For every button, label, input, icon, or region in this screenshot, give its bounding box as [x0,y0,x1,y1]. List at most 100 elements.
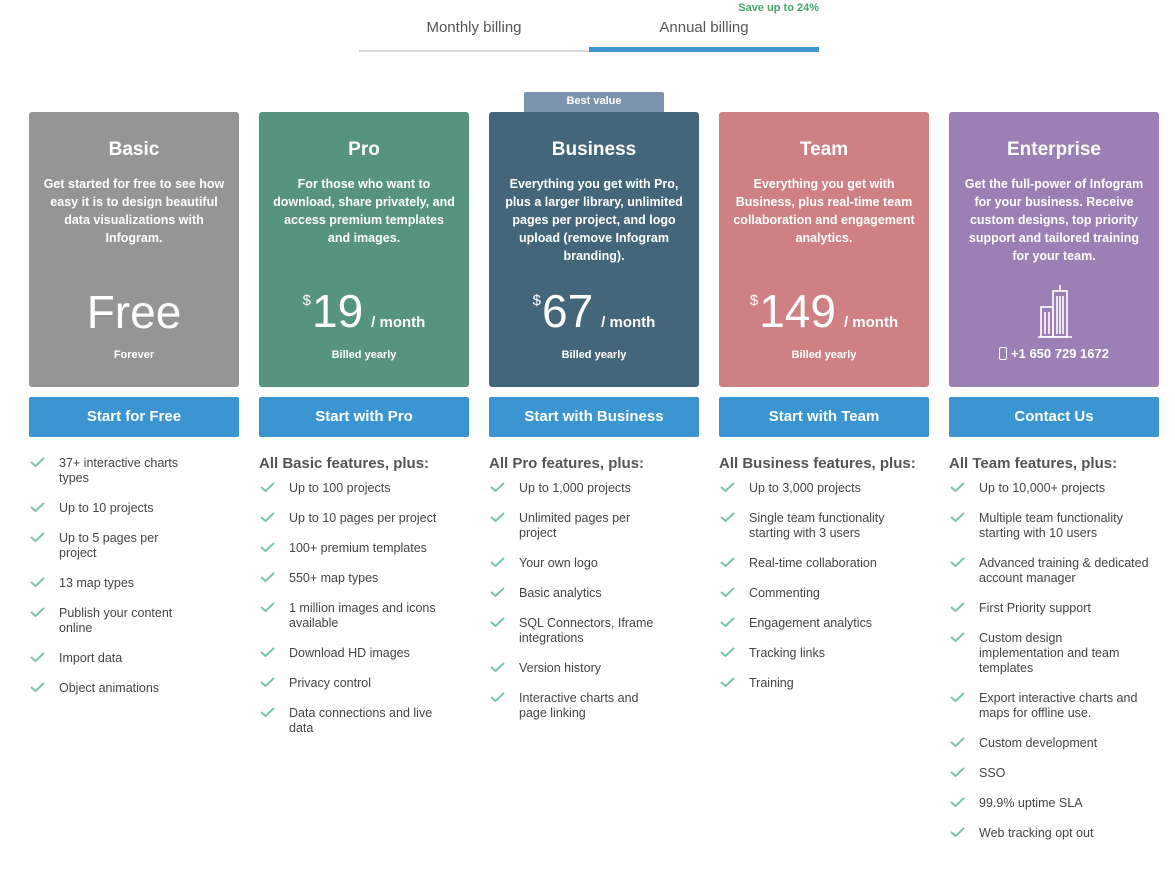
feature-text: 99.9% uptime SLA [979,796,1083,810]
feature-text: Advanced training & dedicated account ma… [979,556,1149,585]
check-icon [950,512,965,522]
features-heading: All Business features, plus: [719,455,916,472]
plan-card-pro: Pro For those who want to download, shar… [259,112,469,387]
feature-items: Up to 10,000+ projects Multiple team func… [949,481,1149,841]
feature-item: Up to 1,000 projects [489,481,669,496]
save-badge: Save up to 24% [738,2,819,14]
check-icon [950,602,965,612]
feature-text: 37+ interactive charts types [59,456,179,485]
check-icon [490,692,505,702]
feature-item: Data connections and live data [259,706,449,736]
feature-item: 100+ premium templates [259,541,449,556]
plan-price: $ 149 / month [719,286,929,338]
feature-text: Up to 10,000+ projects [979,481,1106,495]
start-for-free-button[interactable]: Start for Free [29,397,239,437]
feature-item: Real-time collaboration [719,556,919,571]
check-icon [490,662,505,672]
feature-item: Advanced training & dedicated account ma… [949,556,1149,586]
price-amount: 67 [542,285,594,337]
plan-name: Team [799,139,849,160]
best-value-badge: Best value [524,92,664,112]
plan-name: Basic [108,139,160,160]
feature-item: Single team functionality starting with … [719,511,919,541]
check-icon [260,602,275,612]
price-amount: 149 [759,285,836,337]
feature-text: Privacy control [289,676,371,690]
feature-text: Download HD images [289,646,410,660]
feature-item: SSO [949,766,1149,781]
feature-text: SSO [979,766,1006,780]
currency-symbol: $ [302,292,311,309]
plan-card-enterprise: Enterprise Get the full-power of Infogra… [949,112,1159,387]
check-icon [950,692,965,702]
check-icon [30,607,45,617]
feature-text: Tracking links [749,646,825,660]
check-icon [260,647,275,657]
feature-text: Unlimited pages per project [519,511,631,540]
plan-billing-note: Forever [113,349,155,361]
check-icon [30,682,45,692]
phone-number: +1 650 729 1672 [1011,346,1109,361]
feature-items: Up to 3,000 projects Single team function… [719,481,919,691]
price-period: / month [371,314,426,331]
building-icon [1038,285,1072,338]
feature-text: Real-time collaboration [749,556,877,570]
start-with-team-button[interactable]: Start with Team [719,397,929,437]
plan-price: $ 67 / month [489,286,699,338]
plan-card-basic: Basic Get started for free to see how ea… [29,112,239,387]
check-icon [260,542,275,552]
feature-text: 13 map types [59,576,135,590]
feature-item: Your own logo [489,556,669,571]
check-icon [720,587,735,597]
feature-text: Single team functionality starting with … [749,511,885,540]
start-with-pro-button[interactable]: Start with Pro [259,397,469,437]
feature-text: Up to 100 projects [289,481,391,495]
currency-symbol: $ [749,292,759,309]
check-icon [260,572,275,582]
check-icon [720,677,735,687]
check-icon [490,482,505,492]
plan-card-business: Business Everything you get with Pro, pl… [489,112,699,387]
feature-item: 13 map types [29,576,199,591]
feature-text: Custom development [979,736,1098,750]
plan-card-team: Team Everything you get with Business, p… [719,112,929,387]
check-icon [30,502,45,512]
feature-item: Privacy control [259,676,449,691]
feature-text: Commenting [749,586,820,600]
contact-phone[interactable]: +1 650 729 1672 [949,346,1159,361]
feature-item: Up to 10,000+ projects [949,481,1149,496]
feature-text: Up to 5 pages per project [59,531,159,560]
plan-description: Get started for free to see how easy it … [43,177,225,245]
feature-item: Export interactive charts and maps for o… [949,691,1149,721]
price-period: / month [843,314,899,331]
contact-us-button[interactable]: Contact Us [949,397,1159,437]
feature-text: 1 million images and icons available [289,601,436,630]
feature-item: Custom development [949,736,1149,751]
feature-item: 1 million images and icons available [259,601,449,631]
feature-text: 100+ premium templates [289,541,427,555]
start-with-business-button[interactable]: Start with Business [489,397,699,437]
plan-description: Everything you get with Business, plus r… [733,177,915,245]
feature-text: Object animations [59,681,160,695]
feature-item: Tracking links [719,646,919,661]
feature-item: Download HD images [259,646,449,661]
feature-item: 99.9% uptime SLA [949,796,1149,811]
feature-item: Engagement analytics [719,616,919,631]
check-icon [490,587,505,597]
feature-items: 37+ interactive charts types Up to 10 pro… [29,456,199,696]
feature-text: Up to 3,000 projects [749,481,861,495]
check-icon [30,577,45,587]
plan-name: Pro [348,139,380,160]
feature-text: 550+ map types [289,571,379,585]
feature-item: Commenting [719,586,919,601]
features-heading: All Team features, plus: [949,455,1118,472]
check-icon [490,557,505,567]
tab-monthly-billing[interactable]: Monthly billing [359,0,589,52]
feature-text: Training [749,676,794,690]
features-heading: All Pro features, plus: [489,455,645,472]
feature-text: Up to 1,000 projects [519,481,631,495]
feature-item: Import data [29,651,199,666]
plan-price: Free [86,286,182,338]
check-icon [950,767,965,777]
check-icon [260,482,275,492]
